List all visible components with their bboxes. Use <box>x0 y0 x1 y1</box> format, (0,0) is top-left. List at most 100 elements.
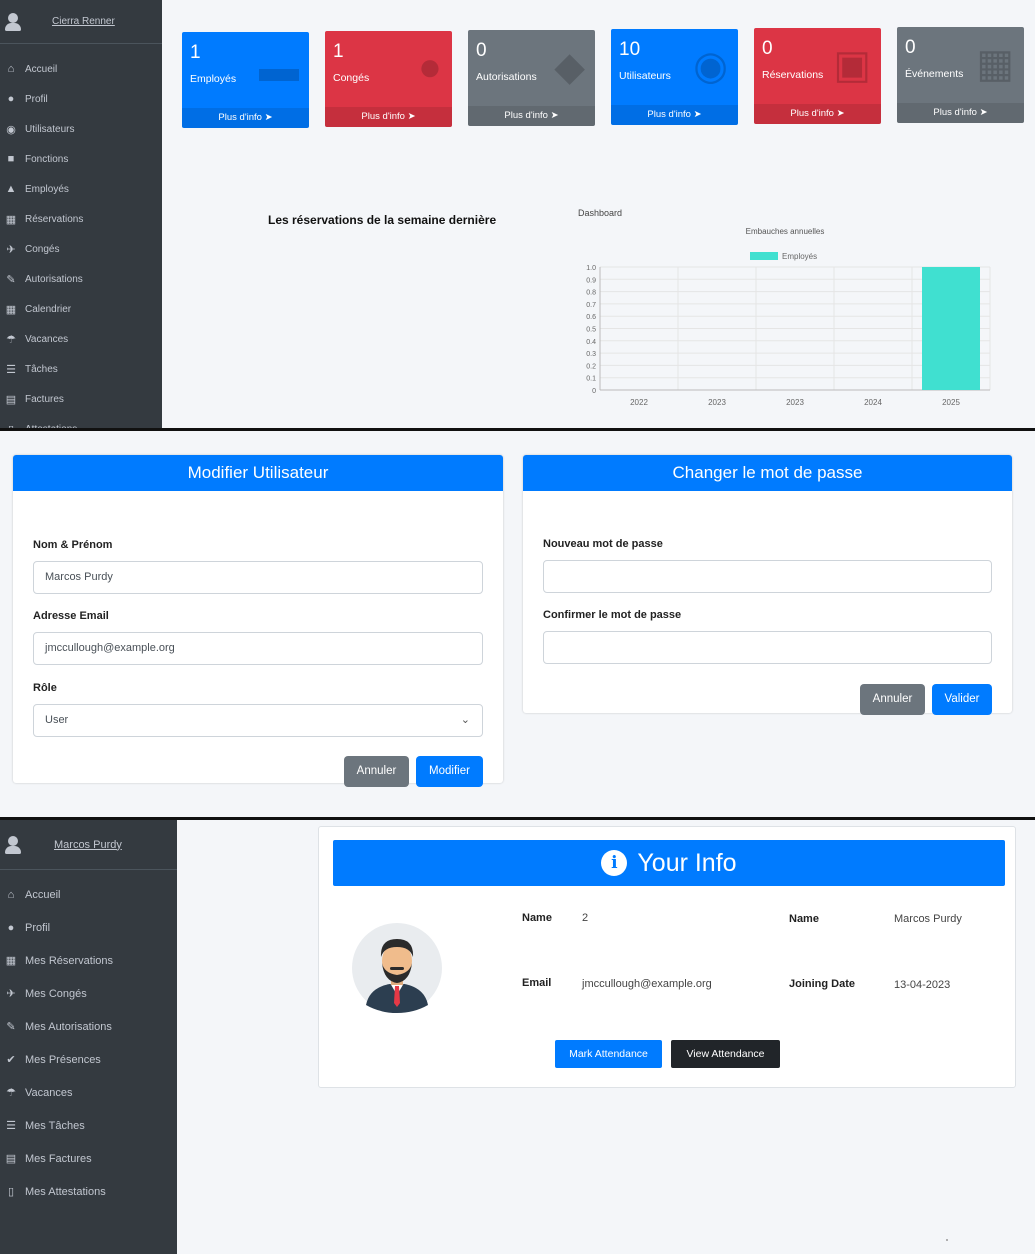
calendar-icon: ▦ <box>976 42 1014 86</box>
more-info-label: Plus d'info <box>504 110 548 121</box>
more-info-link[interactable]: Plus d'info ➤ <box>754 104 881 124</box>
sidebar-item-calendar[interactable]: ▦ Réservations <box>0 204 162 234</box>
stat-label: Autorisations <box>476 71 537 83</box>
sidebar-item-tasks[interactable]: ☰ Mes Tâches <box>0 1109 177 1142</box>
sidebar-item-user-tie[interactable]: ▲ Employés <box>0 174 162 204</box>
role-label: Rôle <box>33 682 57 694</box>
sidebar-item-plane[interactable]: ✈ Congés <box>0 234 162 264</box>
stat-box: 1 Employés ▬ Plus d'info ➤ <box>182 32 309 128</box>
more-info-link[interactable]: Plus d'info ➤ <box>897 103 1024 123</box>
sidebar-item-plane[interactable]: ✈ Mes Congés <box>0 977 177 1010</box>
email-label: Adresse Email <box>33 610 109 622</box>
legend-swatch <box>750 252 778 260</box>
sidebar-item-umbrella-beach[interactable]: ☂ Vacances <box>0 324 162 354</box>
sidebar-item-briefcase[interactable]: ■ Fonctions <box>0 144 162 174</box>
sidebar-item-label: Accueil <box>25 888 61 901</box>
briefcase-icon: ■ <box>7 153 15 165</box>
more-info-link[interactable]: Plus d'info ➤ <box>468 106 595 126</box>
sidebar-item-label: Réservations <box>25 213 84 225</box>
bar <box>922 267 980 390</box>
sidebar-item-home[interactable]: ⌂ Accueil <box>0 54 162 84</box>
sidebar-item-label: Mes Autorisations <box>25 1020 112 1033</box>
validate-button[interactable]: Valider <box>932 684 992 715</box>
signature-icon: ✎ <box>6 1021 16 1033</box>
sidebar-user[interactable]: Cierra Renner <box>0 0 162 44</box>
more-info-label: Plus d'info <box>218 112 262 123</box>
chart-title: Embauches annuelles <box>746 227 825 236</box>
cancel-button[interactable]: Annuler <box>344 756 409 787</box>
sidebar-item-umbrella-beach[interactable]: ☂ Vacances <box>0 1076 177 1109</box>
sidebar-item-label: Mes Factures <box>25 1152 92 1165</box>
stat-label: Utilisateurs <box>619 70 671 82</box>
name-field[interactable]: Marcos Purdy <box>33 561 483 594</box>
mark-attendance-button[interactable]: Mark Attendance <box>555 1040 662 1068</box>
x-tick-label: 2022 <box>630 398 648 407</box>
email-field[interactable]: jmccullough@example.org <box>33 632 483 665</box>
user-avatar-icon <box>4 835 22 854</box>
y-tick-label: 0.3 <box>586 351 596 358</box>
more-info-label: Plus d'info <box>933 107 977 118</box>
sidebar-item-home[interactable]: ⌂ Accueil <box>0 878 177 911</box>
more-info-link[interactable]: Plus d'info ➤ <box>611 105 738 125</box>
sidebar-item-signature[interactable]: ✎ Autorisations <box>0 264 162 294</box>
plane-icon: ✈ <box>6 988 16 1000</box>
calendar-check-icon: ▣ <box>833 43 871 87</box>
sidebar-item-user[interactable]: ● Profil <box>0 911 177 944</box>
sidebar-item-calendar[interactable]: ▦ Calendrier <box>0 294 162 324</box>
calendar-icon: ▦ <box>5 955 17 967</box>
sidebar-item-file[interactable]: ▯ Mes Attestations <box>0 1175 177 1208</box>
view-attendance-button[interactable]: View Attendance <box>671 1040 780 1068</box>
tasks-icon: ☰ <box>6 363 16 376</box>
sidebar-username[interactable]: Cierra Renner <box>52 16 115 27</box>
joining-date-label: Joining Date <box>789 978 856 990</box>
sidebar-item-file[interactable]: ▯Attestations <box>0 414 162 429</box>
legend-label: Employés <box>782 252 817 261</box>
user-sidebar: Marcos Purdy ⌂ Accueil ● Profil ▦ Mes Réserva… <box>0 820 177 1254</box>
sidebar-menu: ⌂ Accueil ● Profil ▦ Mes Réservations ✈ Mes Con… <box>0 870 177 1208</box>
edit-user-card: Modifier Utilisateur Nom & Prénom Marcos… <box>13 455 503 787</box>
change-password-title: Changer le mot de passe <box>523 455 1012 491</box>
email-label: Email <box>522 977 552 989</box>
sidebar-item-user-check[interactable]: ✔ Mes Présences <box>0 1043 177 1076</box>
stat-count: 1 <box>190 42 201 63</box>
y-tick-label: 0.2 <box>586 363 596 370</box>
sidebar-user[interactable]: Marcos Purdy <box>0 820 177 870</box>
calendar-icon: ▦ <box>5 303 17 316</box>
new-password-field[interactable] <box>543 560 992 593</box>
joining-date-value: 13-04-2023 <box>894 979 951 991</box>
sidebar-item-label: Tâches <box>25 363 58 375</box>
umbrella-beach-icon: ☂ <box>6 1087 16 1099</box>
reservations-title: Les réservations de la semaine dernière <box>268 213 497 227</box>
user-info-panel: Marcos Purdy ⌂ Accueil ● Profil ▦ Mes Réserva… <box>0 820 1035 1254</box>
cancel-button[interactable]: Annuler <box>860 684 925 715</box>
user-check-icon: ✔ <box>6 1054 16 1066</box>
hires-chart: Embauches annuelles Employés 0 0.1 0.2 0.3 0.4… <box>586 227 991 407</box>
your-info-header: i Your Info <box>333 840 1005 886</box>
sidebar-item-user[interactable]: ● Profil <box>0 84 162 114</box>
sidebar-item-file-invoice[interactable]: ▤ Factures <box>0 384 162 414</box>
modify-button[interactable]: Modifier <box>416 756 483 787</box>
stat-box: 0 Autorisations ◆ Plus d'info ➤ <box>468 30 595 126</box>
y-tick-label: 0.6 <box>586 314 596 321</box>
arrow-circle-right-icon: ➤ <box>264 112 273 123</box>
more-info-label: Plus d'info <box>790 108 834 119</box>
more-info-link[interactable]: Plus d'info ➤ <box>325 107 452 127</box>
more-info-link[interactable]: Plus d'info ➤ <box>182 108 309 128</box>
edit-user-title: Modifier Utilisateur <box>13 455 503 491</box>
tasks-icon: ☰ <box>6 1120 16 1132</box>
role-value: User <box>45 714 69 726</box>
home-icon: ⌂ <box>7 63 15 75</box>
sidebar-username[interactable]: Marcos Purdy <box>54 839 122 851</box>
sidebar-item-label: Employés <box>25 183 69 195</box>
sidebar-item-label: Mes Tâches <box>25 1119 85 1132</box>
sidebar-item-signature[interactable]: ✎ Mes Autorisations <box>0 1010 177 1043</box>
sidebar-item-calendar[interactable]: ▦ Mes Réservations <box>0 944 177 977</box>
stat-label: Employés <box>190 73 237 85</box>
confirm-password-field[interactable] <box>543 631 992 664</box>
admin-sidebar: Cierra Renner ⌂ Accueil ● Profil ◉ Utilisateu… <box>0 0 162 428</box>
role-select[interactable]: User ⌄ <box>33 704 483 737</box>
sidebar-item-file-invoice[interactable]: ▤ Mes Factures <box>0 1142 177 1175</box>
sidebar-item-users[interactable]: ◉ Utilisateurs <box>0 114 162 144</box>
sidebar-item-label: Autorisations <box>25 273 83 285</box>
sidebar-item-tasks[interactable]: ☰ Tâches <box>0 354 162 384</box>
